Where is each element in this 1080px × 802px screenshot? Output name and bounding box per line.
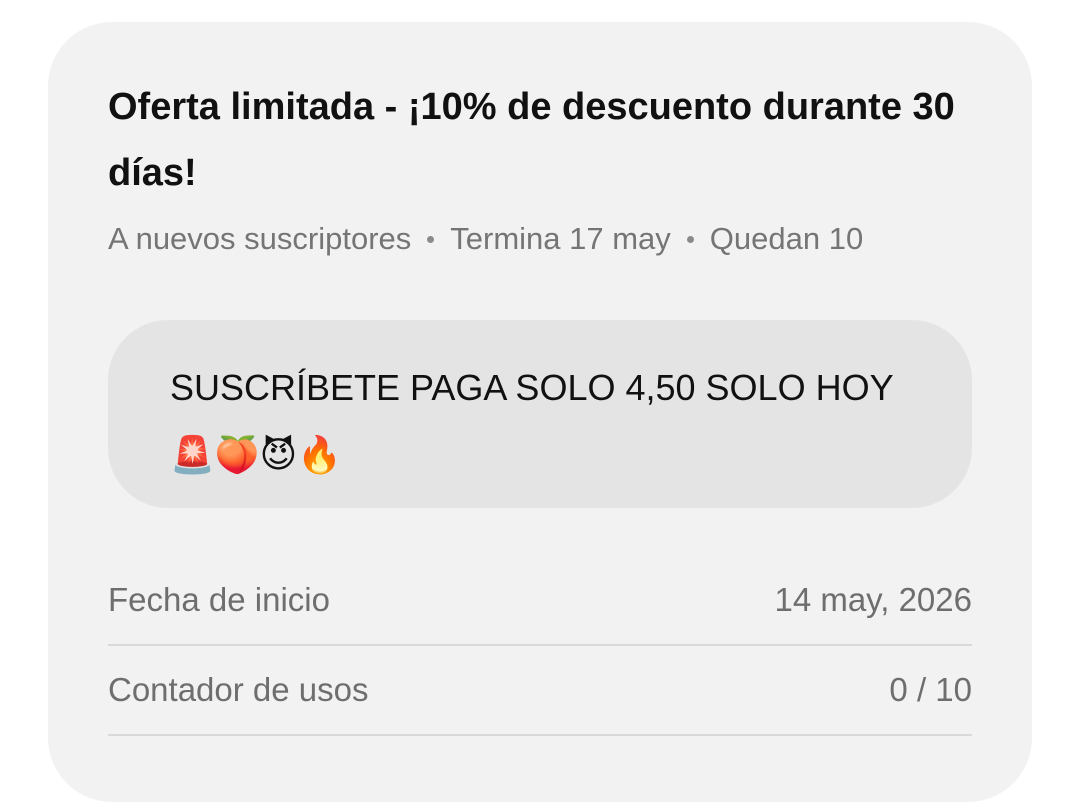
offer-message: SUSCRÍBETE PAGA SOLO 4,50 SOLO HOY 🚨🍑😈🔥 <box>170 367 893 475</box>
offer-title: Oferta limitada - ¡10% de descuento dura… <box>108 86 955 194</box>
offer-meta: A nuevos suscriptores Termina 17 may Que… <box>108 218 863 260</box>
usage-count-label: Contador de usos <box>108 671 369 708</box>
offer-message-bubble: SUSCRÍBETE PAGA SOLO 4,50 SOLO HOY 🚨🍑😈🔥 <box>108 320 972 508</box>
start-date-label: Fecha de inicio <box>108 581 330 618</box>
offer-card: Oferta limitada - ¡10% de descuento dura… <box>48 22 1032 802</box>
start-date-row: Fecha de inicio 14 may, 2026 <box>108 556 972 646</box>
start-date-value: 14 may, 2026 <box>774 581 972 618</box>
separator-dot <box>427 235 435 243</box>
audience-text: A nuevos suscriptores <box>108 221 412 256</box>
usage-count-value: 0 / 10 <box>889 671 972 708</box>
end-date-text: Termina 17 may <box>450 221 671 256</box>
separator-dot <box>686 235 694 243</box>
remaining-count-text: Quedan 10 <box>709 221 864 256</box>
usage-count-row: Contador de usos 0 / 10 <box>108 646 972 736</box>
